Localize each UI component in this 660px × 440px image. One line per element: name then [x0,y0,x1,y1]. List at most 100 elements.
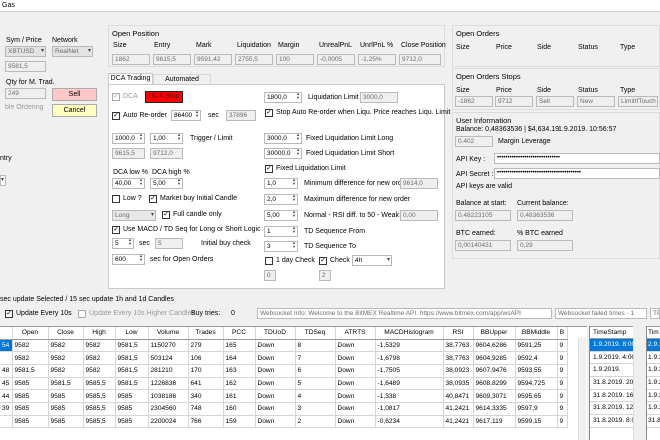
timestamp-cell[interactable]: 31.8.2019. 8:0 [590,415,633,428]
spinner-icon[interactable]: ▲ ▼ [296,149,300,156]
table-cell[interactable]: 9 [557,415,568,429]
table-cell[interactable]: 9617,119 [473,415,516,429]
table-cell[interactable]: Down [255,389,296,403]
table-cell[interactable]: Down [335,415,376,429]
update-10s-checkbox[interactable]: ✓ [5,310,13,318]
col-rsi[interactable]: RSI [443,327,474,340]
spinner-icon[interactable]: ▲ ▼ [128,239,132,246]
tab-dca-trading[interactable]: DCA Trading [108,73,153,84]
fixed-liq-short-input[interactable]: 30000,0 ▲ ▼ [264,148,302,159]
dca-high-input[interactable]: 5,00 ▲ ▼ [150,178,183,189]
table-cell[interactable]: 9581,5 [48,377,84,391]
timestamp-cell[interactable]: 1.9.2 [647,402,660,416]
table-cell[interactable]: 340 [188,389,224,403]
table-cell[interactable]: 38,0935 [443,377,474,391]
timestamp-cell[interactable]: 1.9.2 [647,352,660,365]
table-cell[interactable]: Down [255,377,296,391]
table-cell[interactable]: 41,2421 [443,402,474,416]
timestamp-cell[interactable]: 31.8. [647,415,660,428]
col-trades[interactable]: Trades [188,327,224,340]
table-scrollbar[interactable] [578,338,586,440]
table-cell[interactable]: -1,7505 [375,364,444,378]
spinner-icon[interactable]: ▲ ▼ [177,134,181,141]
table-cell[interactable]: 9585 [12,402,49,416]
table-cell[interactable]: 2200024 [148,415,189,429]
table-cell[interactable]: 9614,3335 [473,402,516,416]
table-cell[interactable]: 9585 [48,415,84,429]
table-row[interactable]: 9582 9582 9582 9581,5 503124 106 164 Down 7 Down -… [0,351,568,365]
table-cell[interactable]: 9591,25 [515,339,558,353]
table-cell[interactable]: 161 [223,389,256,403]
col-high[interactable]: High [83,327,116,340]
fixed-liq-checkbox[interactable]: ✓ [265,165,273,173]
table-cell[interactable]: 2 [295,415,336,429]
spinner-icon[interactable]: ▲ ▼ [292,179,296,186]
liq-limit-input[interactable]: 1800,0 ▲ ▼ [264,92,302,103]
fixed-liq-long-input[interactable]: 3000,0 ▲ ▼ [264,133,302,144]
table-cell[interactable]: 164 [223,351,256,365]
table-cell[interactable]: 279 [188,339,224,353]
timestamp-panel-2[interactable]: Tim 2.9.21.9.21.9.21.9.21.9.21.9.231.8. [646,326,660,440]
symbol-select[interactable]: XBTUSD ▾ [5,46,46,57]
col-pcc[interactable]: PCC [223,327,256,340]
table-cell[interactable]: 40,8471 [443,389,474,403]
timestamp-cell[interactable]: 2.9.2 [647,339,660,352]
spinner-icon[interactable]: ▲ ▼ [292,242,296,249]
table-cell[interactable]: Down [335,402,376,416]
row-header-cell[interactable]: 54 [0,339,13,353]
table-cell[interactable]: 165 [223,339,256,353]
table-cell[interactable]: 9604,9285 [473,351,516,365]
full-candle-checkbox[interactable]: ✓ [162,211,170,219]
sell-button[interactable]: Sell [52,88,97,101]
table-cell[interactable]: 162 [223,377,256,391]
max-diff-input[interactable]: 2,0 ▲ ▼ [264,194,298,205]
table-cell[interactable]: 160 [223,402,256,416]
table-cell[interactable]: 9582 [48,351,84,365]
table-cell[interactable]: 9607,9476 [473,364,516,378]
col-bb-middle[interactable]: BBMiddle [515,327,558,340]
network-select[interactable]: RealNet ▾ [52,46,93,57]
table-cell[interactable]: Down [255,351,296,365]
table-cell[interactable]: 1038186 [148,389,189,403]
timestamp-cell[interactable]: 31.8.2019. 16: [590,390,633,403]
table-cell[interactable]: 9592,4 [515,351,558,365]
qty-field[interactable]: 249 [5,88,46,99]
table-cell[interactable]: Down [335,351,376,365]
table-cell[interactable]: 9581,5 [115,364,149,378]
stop-reorder-checkbox[interactable]: ✓ [265,109,273,117]
table-cell[interactable]: 9585 [115,389,149,403]
table-cell[interactable]: 9582 [48,339,84,353]
table-cell[interactable]: 9594,725 [515,377,558,391]
row-header-cell[interactable]: 48 [0,364,13,378]
col-bb-lower[interactable]: B [557,327,568,340]
table-cell[interactable]: 9585 [12,377,49,391]
table-cell[interactable]: 9581,5 [12,364,49,378]
dca-low-input[interactable]: 40,00 ▲ ▼ [112,178,145,189]
table-cell[interactable]: Down [255,339,296,353]
table-cell[interactable]: 106 [188,351,224,365]
use-macd-checkbox[interactable]: ✓ [112,226,120,234]
check-checkbox[interactable]: ✓ [319,257,327,265]
update-10s-higher-checkbox[interactable] [78,310,86,318]
table-cell[interactable]: 641 [188,377,224,391]
timestamp-cell[interactable]: 1.9.2 [647,390,660,403]
min-diff-input[interactable]: 1,0 ▲ ▼ [264,178,298,189]
table-cell[interactable]: 38,7763 [443,351,474,365]
table-cell[interactable]: 9609,3071 [473,389,516,403]
table-cell[interactable]: 9582 [83,339,116,353]
table-cell[interactable]: -1,5329 [375,339,444,353]
trigger-input[interactable]: 1000,0 ▲ ▼ [112,133,145,144]
spinner-icon[interactable]: ▲ ▼ [139,134,143,141]
timestamp-scrollbar[interactable] [633,338,641,440]
col-tduod[interactable]: TDUoD [255,327,296,340]
initial-buy-input[interactable]: 5 ▲ ▼ [112,238,134,249]
table-cell[interactable]: 9585 [115,415,149,429]
table-cell[interactable]: 9581,5 [115,339,149,353]
table-cell[interactable]: 1226836 [148,377,189,391]
table-cell[interactable]: 9 [557,377,568,391]
timestamp-cell[interactable]: 31.8.2019. 20: [590,377,633,390]
table-cell[interactable]: 9595,65 [515,389,558,403]
timestamp-cell[interactable]: 1.9.2 [647,377,660,390]
open-orders-sec-input[interactable]: 600 ▲ ▼ [112,254,145,265]
table-row[interactable]: 44 9585 9585 9585,5 9585 1038186 340 161 Down 4 Do… [0,389,568,403]
